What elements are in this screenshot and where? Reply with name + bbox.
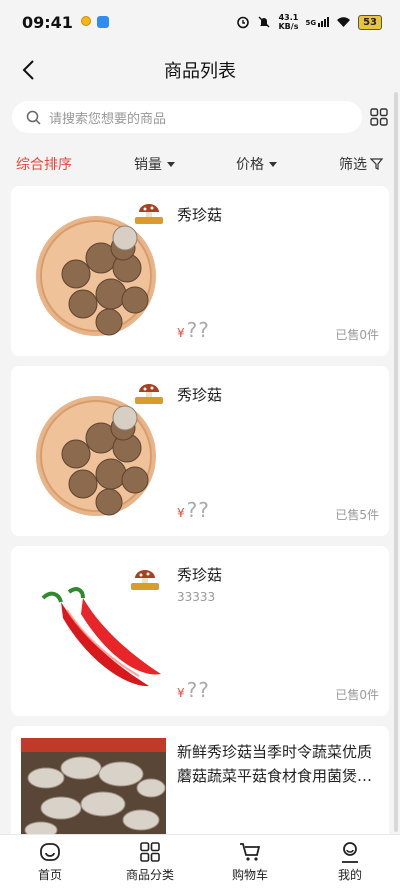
sort-price[interactable]: 价格 xyxy=(236,154,277,174)
status-time: 09:41 xyxy=(22,12,73,32)
caret-down-icon xyxy=(269,161,277,167)
nav-bar: 商品列表 xyxy=(0,44,400,96)
alarm-icon xyxy=(237,16,250,29)
chevron-left-icon xyxy=(22,60,34,80)
home-icon xyxy=(40,843,60,861)
product-price: ¥ ?? xyxy=(177,678,210,702)
brand-logo-icon xyxy=(135,204,163,224)
tab-category[interactable]: 商品分类 xyxy=(100,835,200,889)
bottom-tab-bar: 首页 商品分类 购物车 我的 xyxy=(0,834,400,889)
tab-cart[interactable]: 购物车 xyxy=(200,835,300,889)
net-speed: 43.1 KB/s xyxy=(278,13,299,31)
battery-indicator: 53 xyxy=(358,14,382,30)
page-title: 商品列表 xyxy=(164,61,236,82)
layout-toggle-button[interactable] xyxy=(368,106,390,128)
cart-icon xyxy=(240,843,261,861)
back-button[interactable] xyxy=(14,56,42,84)
filter-icon xyxy=(370,158,384,170)
sort-bar: 综合排序 销量 价格 筛选 xyxy=(0,146,400,182)
signal-icon: 5G xyxy=(305,17,330,27)
app-notification-icon xyxy=(96,16,109,28)
product-sold-count: 已售5件 xyxy=(335,508,379,522)
status-indicators: 43.1 KB/s 5G 53 xyxy=(236,13,382,31)
profile-icon xyxy=(342,842,358,863)
search-input[interactable]: 请搜索您想要的商品 xyxy=(12,101,362,133)
grid-icon xyxy=(370,108,388,126)
filter-button[interactable]: 筛选 xyxy=(339,154,384,174)
brand-logo-icon xyxy=(131,570,159,590)
tab-home[interactable]: 首页 xyxy=(0,835,100,889)
product-image-oyster-mushroom xyxy=(21,738,166,838)
product-name: 新鲜秀珍菇当季时令蔬菜优质蘑菇蔬菜平菇食材食用菌煲… xyxy=(177,743,373,785)
caret-down-icon xyxy=(167,161,175,167)
wifi-icon xyxy=(337,17,351,27)
mute-icon xyxy=(258,16,270,28)
status-bar: 09:41 43.1 KB/s 5G 53 xyxy=(0,0,400,44)
sort-sales[interactable]: 销量 xyxy=(134,154,175,174)
brand-logo-icon xyxy=(135,384,163,404)
tab-profile[interactable]: 我的 xyxy=(300,835,400,889)
search-icon xyxy=(26,110,41,125)
notification-icons xyxy=(80,16,109,28)
product-name: 秀珍菇 xyxy=(177,206,223,224)
app-notification-icon xyxy=(80,16,91,26)
scrollbar[interactable] xyxy=(394,92,398,832)
product-card[interactable]: 秀珍菇 ¥ ?? 已售5件 xyxy=(11,366,389,536)
product-list: 秀珍菇 ¥ ?? 已售0件 秀珍菇 ¥ ?? 已售5件 秀珍菇 33333 ¥ … xyxy=(11,186,389,889)
sort-comprehensive[interactable]: 综合排序 xyxy=(16,154,72,174)
search-row: 请搜索您想要的商品 xyxy=(0,100,400,134)
product-name: 秀珍菇 xyxy=(177,566,223,584)
search-placeholder: 请搜索您想要的商品 xyxy=(49,111,167,127)
product-price: ¥ ?? xyxy=(177,498,210,522)
product-sold-count: 已售0件 xyxy=(335,688,379,702)
category-icon xyxy=(140,842,160,862)
product-card[interactable]: 秀珍菇 33333 ¥ ?? 已售0件 xyxy=(11,546,389,716)
product-name: 秀珍菇 xyxy=(177,386,223,404)
product-description: 33333 xyxy=(177,590,216,604)
product-price: ¥ ?? xyxy=(177,318,210,342)
product-card[interactable]: 秀珍菇 ¥ ?? 已售0件 xyxy=(11,186,389,356)
product-sold-count: 已售0件 xyxy=(335,328,379,342)
